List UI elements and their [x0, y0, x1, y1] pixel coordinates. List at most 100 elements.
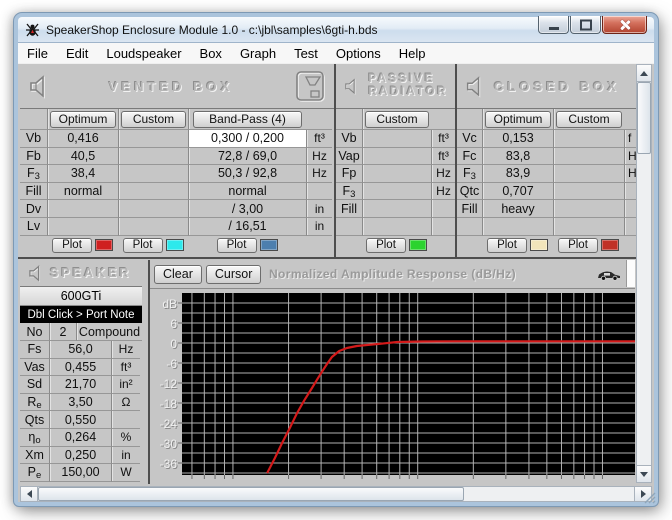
speaker-value-cell[interactable]: 0,550 — [49, 411, 111, 429]
value-cell[interactable]: 83,9 — [482, 165, 553, 183]
vented-table: OptimumCustomBand-Pass (4)Vb0,4160,300 /… — [20, 109, 334, 255]
value-cell[interactable] — [118, 183, 188, 201]
y-axis-tick-label: -6 — [150, 357, 177, 371]
row-label: Dv — [20, 200, 47, 218]
scroll-up-button[interactable] — [637, 65, 651, 82]
value-cell[interactable]: normal — [188, 183, 306, 201]
value-cell[interactable]: 40,5 — [47, 148, 118, 166]
vertical-scrollbar[interactable] — [636, 64, 652, 483]
value-cell[interactable] — [362, 130, 431, 148]
plot-button[interactable]: Plot — [52, 238, 92, 253]
row-label: Lv — [20, 218, 47, 236]
menu-item-edit[interactable]: Edit — [57, 46, 97, 61]
table-corner — [431, 109, 455, 130]
value-cell[interactable]: 38,4 — [47, 165, 118, 183]
row-label-main: Fp — [342, 166, 357, 180]
value-cell[interactable] — [362, 200, 431, 218]
menu-item-help[interactable]: Help — [390, 46, 435, 61]
value-cell[interactable]: 50,3 / 92,8 — [188, 165, 306, 183]
plot-button[interactable]: Plot — [366, 238, 406, 253]
unit-cell: ft³ — [431, 130, 455, 148]
value-cell[interactable] — [553, 165, 624, 183]
plot-button[interactable]: Plot — [558, 238, 598, 253]
value-cell[interactable]: 0,153 — [482, 130, 553, 148]
value-cell[interactable] — [362, 165, 431, 183]
clear-button[interactable]: Clear — [154, 265, 202, 284]
vertical-scroll-thumb[interactable] — [637, 82, 651, 154]
column-button[interactable]: Custom — [556, 111, 622, 128]
value-cell[interactable]: 0,416 — [47, 130, 118, 148]
value-cell[interactable]: normal — [47, 183, 118, 201]
menu-item-options[interactable]: Options — [327, 46, 390, 61]
frequency-response-chart[interactable] — [150, 289, 635, 485]
speaker-panel: SPEAKER 600GTi Dbl Click > Port Note No … — [20, 260, 142, 482]
column-button[interactable]: Custom — [365, 111, 429, 128]
value-cell[interactable] — [47, 200, 118, 218]
value-cell[interactable] — [118, 218, 188, 236]
value-cell[interactable] — [118, 148, 188, 166]
value-cell[interactable]: 83,8 — [482, 148, 553, 166]
clipped-button[interactable] — [626, 260, 635, 287]
column-button[interactable]: Custom — [121, 111, 186, 128]
column-button[interactable]: Optimum — [485, 111, 551, 128]
value-cell[interactable]: 0,300 / 0,200 — [188, 130, 306, 148]
column-button[interactable]: Band-Pass (4) — [193, 111, 303, 128]
minimize-button[interactable] — [538, 16, 569, 34]
value-cell[interactable] — [118, 200, 188, 218]
plot-cell: Plot — [47, 236, 118, 255]
menu-item-test[interactable]: Test — [285, 46, 327, 61]
speaker-value-cell[interactable]: 21,70 — [49, 376, 111, 394]
speaker-no-type[interactable]: Compound — [76, 323, 142, 341]
menu-item-box[interactable]: Box — [191, 46, 231, 61]
close-button[interactable] — [602, 16, 647, 34]
value-cell[interactable] — [118, 130, 188, 148]
menu-item-file[interactable]: File — [18, 46, 57, 61]
speaker-row-label: Xm — [20, 447, 49, 465]
value-cell[interactable]: 72,8 / 69,0 — [188, 148, 306, 166]
value-cell[interactable] — [553, 148, 624, 166]
maximize-button[interactable] — [570, 16, 601, 34]
scroll-left-button[interactable] — [21, 487, 38, 501]
scroll-down-button[interactable] — [637, 465, 651, 482]
column-header-cell: Band-Pass (4) — [188, 109, 306, 130]
value-cell[interactable] — [553, 200, 624, 218]
speaker-value-cell[interactable]: 3,50 — [49, 394, 111, 412]
car-icon[interactable] — [596, 268, 622, 286]
cursor-button[interactable]: Cursor — [206, 265, 262, 284]
value-cell[interactable]: / 3,00 — [188, 200, 306, 218]
plot-button[interactable]: Plot — [217, 238, 257, 253]
speaker-value-cell[interactable]: 56,0 — [49, 341, 111, 359]
port-note-bar[interactable]: Dbl Click > Port Note — [20, 306, 142, 323]
horizontal-scroll-thumb[interactable] — [38, 487, 464, 501]
value-cell[interactable]: / 16,51 — [188, 218, 306, 236]
value-cell[interactable] — [553, 218, 624, 236]
speaker-value-cell[interactable]: 0,264 — [49, 429, 111, 447]
speaker-name-button[interactable]: 600GTi — [20, 287, 142, 306]
speaker-title: SPEAKER — [50, 266, 131, 280]
value-cell[interactable] — [482, 218, 553, 236]
value-cell[interactable] — [553, 183, 624, 201]
speaker-value-cell[interactable]: 0,455 — [49, 359, 111, 377]
horizontal-scrollbar[interactable] — [20, 486, 652, 502]
speaker-unit-cell: in² — [111, 376, 140, 394]
column-button[interactable]: Optimum — [50, 111, 116, 128]
menu-item-loudspeaker[interactable]: Loudspeaker — [97, 46, 190, 61]
resize-grip[interactable] — [643, 491, 656, 504]
title-bar[interactable]: SpeakerShop Enclosure Module 1.0 - c:\jb… — [18, 17, 654, 43]
value-cell[interactable] — [47, 218, 118, 236]
menu-item-graph[interactable]: Graph — [231, 46, 285, 61]
plot-area[interactable]: dB60-6-12-18-24-30-36 — [150, 289, 635, 485]
value-cell[interactable] — [118, 165, 188, 183]
speaker-no-value[interactable]: 2 — [49, 323, 76, 341]
speaker-value-cell[interactable]: 0,250 — [49, 447, 111, 465]
value-cell[interactable] — [553, 130, 624, 148]
value-cell[interactable] — [362, 218, 431, 236]
plot-button[interactable]: Plot — [123, 238, 163, 253]
value-cell[interactable]: 0,707 — [482, 183, 553, 201]
plot-button[interactable]: Plot — [487, 238, 527, 253]
value-cell[interactable] — [362, 148, 431, 166]
speaker-value-cell[interactable]: 150,00 — [49, 464, 111, 482]
speaker-row-label-sub: o — [35, 435, 40, 446]
value-cell[interactable]: heavy — [482, 200, 553, 218]
value-cell[interactable] — [362, 183, 431, 201]
